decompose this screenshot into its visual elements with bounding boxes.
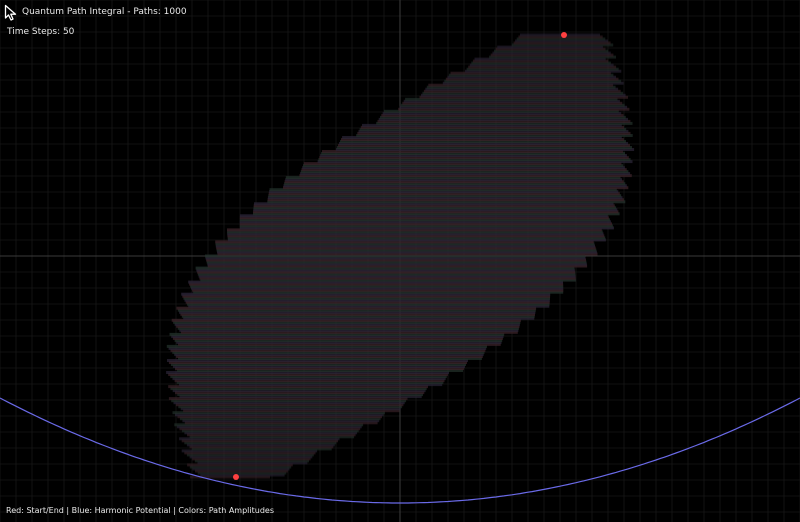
app-title: Quantum Path Integral - Paths: 1000 [22, 7, 187, 17]
title-bar: Quantum Path Integral - Paths: 1000 [4, 3, 187, 21]
end-point-marker [561, 32, 567, 38]
visualization [0, 0, 800, 522]
path-sample [520, 33, 600, 37]
path-integral-canvas[interactable]: Quantum Path Integral - Paths: 1000 Time… [0, 0, 800, 522]
mouse-pointer-icon [4, 4, 17, 21]
start-point-marker [233, 474, 239, 480]
